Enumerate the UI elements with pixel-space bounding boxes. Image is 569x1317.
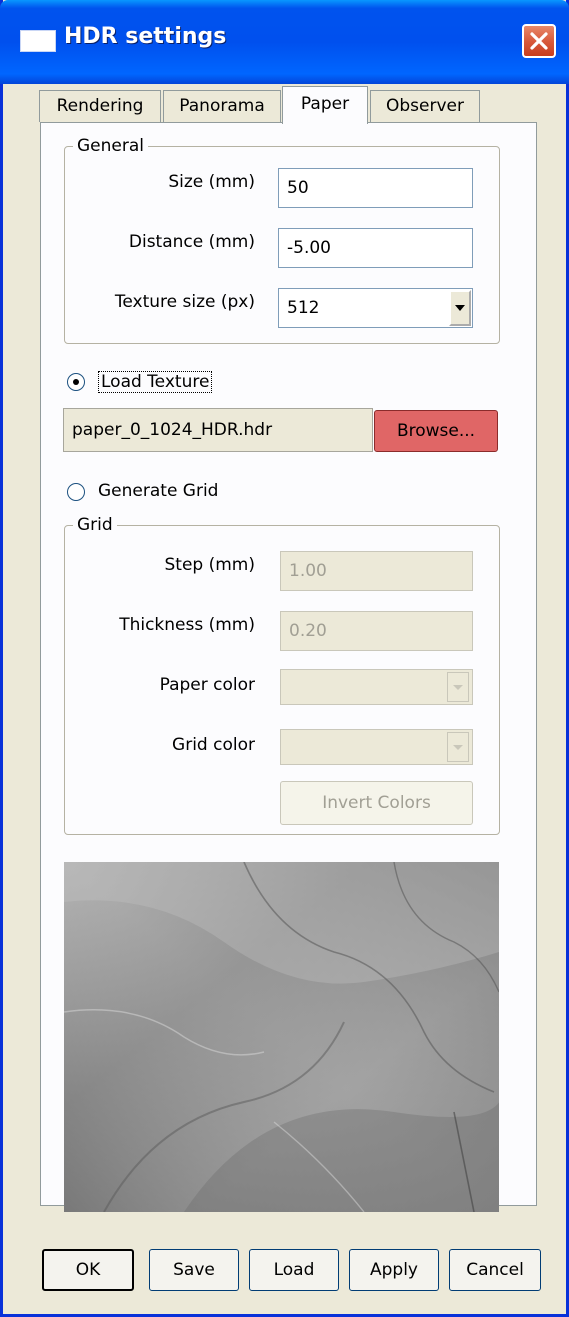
- texture-size-select[interactable]: 512: [278, 288, 473, 328]
- texture-file-field[interactable]: paper_0_1024_HDR.hdr: [63, 408, 373, 452]
- load-texture-radio[interactable]: [67, 373, 85, 391]
- load-button[interactable]: Load: [249, 1249, 339, 1291]
- tab-panorama[interactable]: Panorama: [163, 90, 281, 122]
- generate-grid-label[interactable]: Generate Grid: [98, 481, 218, 501]
- browse-button[interactable]: Browse...: [374, 410, 498, 452]
- generate-grid-radio[interactable]: [67, 483, 85, 501]
- thickness-label: Thickness (mm): [119, 615, 255, 635]
- cancel-button[interactable]: Cancel: [449, 1249, 541, 1291]
- chevron-down-icon: [455, 305, 465, 311]
- chevron-down-icon: [453, 745, 463, 750]
- radio-selected-dot: [73, 379, 79, 385]
- grid-color-label: Grid color: [172, 735, 255, 755]
- texture-size-dropdown-button[interactable]: [449, 290, 471, 326]
- paper-texture-preview: [64, 862, 499, 1212]
- tab-paper[interactable]: Paper: [282, 86, 368, 124]
- tab-rendering[interactable]: Rendering: [39, 90, 161, 122]
- title-bar[interactable]: HDR settings: [0, 0, 569, 84]
- tab-observer[interactable]: Observer: [370, 90, 480, 122]
- texture-size-label: Texture size (px): [114, 292, 255, 312]
- paper-color-select[interactable]: [280, 669, 473, 705]
- texture-preview-image: [64, 862, 499, 1212]
- ok-button[interactable]: OK: [42, 1249, 134, 1291]
- step-input[interactable]: 1.00: [280, 551, 473, 591]
- close-button[interactable]: [522, 24, 556, 58]
- step-label: Step (mm): [164, 555, 256, 575]
- grid-color-dropdown-button[interactable]: [447, 732, 469, 762]
- size-label: Size (mm): [168, 172, 255, 192]
- size-input[interactable]: 50: [278, 168, 473, 208]
- thickness-input[interactable]: 0.20: [280, 611, 473, 651]
- chevron-down-icon: [453, 685, 463, 690]
- hdr-settings-window: HDR settings Rendering Panorama Paper Ob…: [0, 0, 569, 1317]
- distance-input[interactable]: -5.00: [278, 228, 473, 268]
- grid-group-label: Grid: [73, 515, 117, 535]
- grid-color-select[interactable]: [280, 729, 473, 765]
- paper-color-dropdown-button[interactable]: [447, 672, 469, 702]
- apply-button[interactable]: Apply: [349, 1249, 439, 1291]
- window-icon: [20, 30, 56, 52]
- distance-label: Distance (mm): [128, 232, 255, 252]
- invert-colors-button[interactable]: Invert Colors: [280, 781, 473, 825]
- load-texture-label[interactable]: Load Texture: [98, 371, 213, 393]
- close-icon: [530, 32, 548, 50]
- general-group-label: General: [73, 136, 148, 156]
- texture-size-value: 512: [287, 298, 320, 318]
- paper-color-label: Paper color: [159, 675, 255, 695]
- save-button[interactable]: Save: [149, 1249, 239, 1291]
- window-title: HDR settings: [64, 24, 227, 49]
